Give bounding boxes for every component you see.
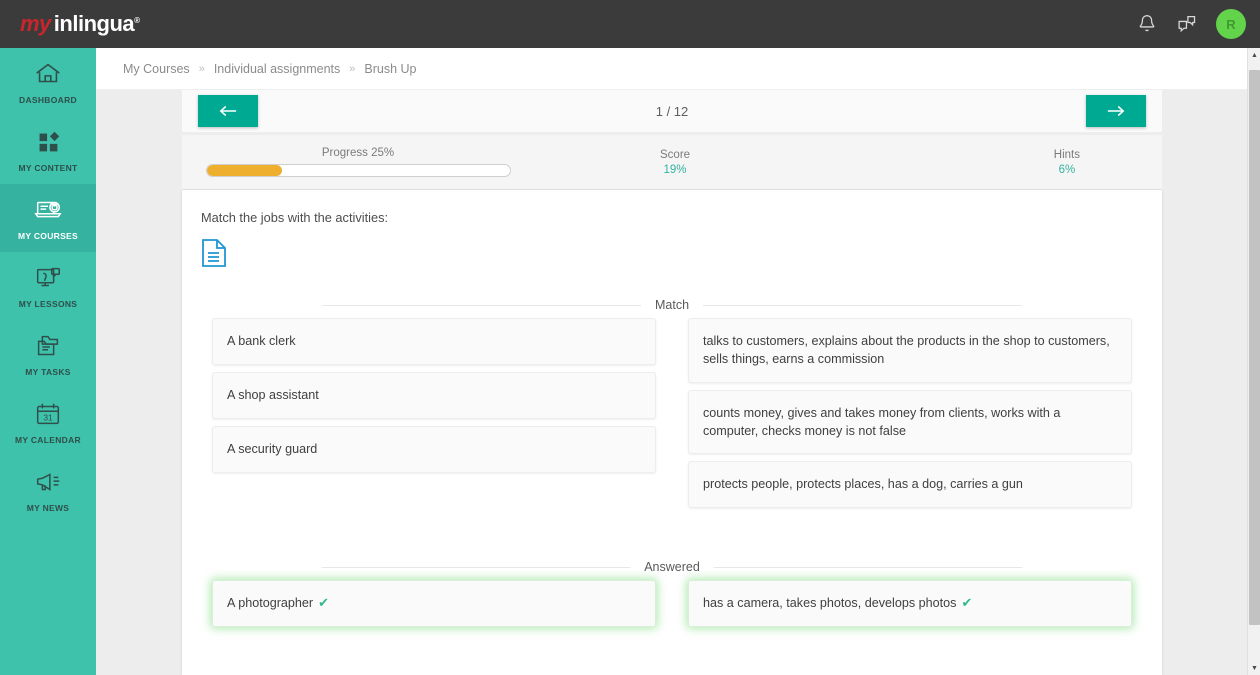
- match-jobs-column: A bank clerk A shop assistant A security…: [212, 318, 656, 508]
- top-header-actions: R: [1136, 9, 1246, 39]
- scrollbar-thumb[interactable]: [1249, 70, 1260, 625]
- match-job-text: A shop assistant: [227, 388, 319, 403]
- breadcrumb-item-brush-up[interactable]: Brush Up: [364, 62, 416, 76]
- match-activity-card[interactable]: protects people, protects places, has a …: [688, 461, 1132, 508]
- top-header-bar: my inlingua ® R: [0, 0, 1260, 48]
- scroll-down-icon[interactable]: ▼: [1248, 661, 1260, 675]
- progress-label: Progress 25%: [321, 147, 395, 159]
- document-icon[interactable]: [201, 238, 227, 268]
- match-job-text: A security guard: [227, 442, 318, 457]
- logo-registered-mark: ®: [134, 16, 140, 25]
- chat-bubbles-icon[interactable]: [1176, 13, 1198, 35]
- scroll-up-icon[interactable]: ▲: [1248, 48, 1260, 62]
- sidebar-item-dashboard[interactable]: DASHBOARD: [0, 48, 96, 116]
- avatar-initial: R: [1226, 16, 1236, 32]
- progress-bar-track: [205, 164, 511, 177]
- match-job-text: A bank clerk: [227, 334, 296, 349]
- blocks-icon: [33, 127, 63, 157]
- match-activities-column: talks to customers, explains about the p…: [688, 318, 1132, 508]
- match-job-card[interactable]: A shop assistant: [212, 372, 656, 419]
- next-button[interactable]: [1086, 95, 1146, 127]
- hints-stat: Hints 6%: [1054, 149, 1080, 176]
- main-sidebar: DASHBOARD MY CONTENT MY COURSES MY LESSO…: [0, 48, 96, 675]
- score-label: Score: [660, 148, 691, 161]
- answered-activity-card[interactable]: has a camera, takes photos, develops pho…: [688, 580, 1132, 627]
- sidebar-item-my-calendar[interactable]: 31 MY CALENDAR: [0, 388, 96, 456]
- page-scrollbar[interactable]: ▲ ▼: [1247, 48, 1260, 675]
- laptop-graduation-cap-icon: [33, 195, 63, 225]
- progress-stats-bar: Progress 25% Score 19% Hints 6%: [182, 135, 1162, 190]
- sidebar-item-label: MY COURSES: [18, 231, 78, 241]
- sidebar-item-my-content[interactable]: MY CONTENT: [0, 116, 96, 184]
- progress-bar-fill: [206, 165, 283, 176]
- score-value: 19%: [663, 163, 687, 176]
- breadcrumb: My Courses » Individual assignments » Br…: [96, 48, 1260, 90]
- match-job-card[interactable]: A security guard: [212, 426, 656, 473]
- content-area: My Courses » Individual assignments » Br…: [96, 48, 1260, 675]
- breadcrumb-item-my-courses[interactable]: My Courses: [123, 62, 190, 76]
- breadcrumb-separator: »: [198, 62, 205, 75]
- avatar[interactable]: R: [1216, 9, 1246, 39]
- hints-label: Hints: [1053, 148, 1080, 161]
- section-divider-answered: Answered: [182, 560, 1162, 574]
- check-icon: ✔: [961, 595, 973, 611]
- logo-my-text: my: [20, 11, 51, 36]
- exercise-nav-bar: 1 / 12: [182, 90, 1162, 132]
- sidebar-item-my-lessons[interactable]: MY LESSONS: [0, 252, 96, 320]
- folder-files-icon: [33, 331, 63, 361]
- answered-activity-text: has a camera, takes photos, develops pho…: [703, 596, 957, 611]
- match-activity-text: protects people, protects places, has a …: [703, 477, 1023, 492]
- divider-line-left: [322, 566, 631, 568]
- svg-text:31: 31: [43, 413, 53, 423]
- sidebar-item-my-news[interactable]: MY NEWS: [0, 456, 96, 524]
- match-job-card[interactable]: A bank clerk: [212, 318, 656, 365]
- sidebar-item-label: MY NEWS: [26, 503, 70, 513]
- match-activity-card[interactable]: counts money, gives and takes money from…: [688, 389, 1132, 454]
- exercise-body: Match the jobs with the activities: Matc…: [182, 190, 1162, 675]
- answered-job-card[interactable]: A photographer ✔: [212, 580, 656, 627]
- previous-button[interactable]: [198, 95, 258, 127]
- sidebar-item-my-courses[interactable]: MY COURSES: [0, 184, 96, 252]
- hints-value: 6%: [1058, 163, 1076, 176]
- logo-inlingua-text: inlingua: [53, 11, 135, 36]
- section-title-match: Match: [654, 298, 690, 312]
- sidebar-item-label: MY CALENDAR: [15, 435, 81, 445]
- match-activity-card[interactable]: talks to customers, explains about the p…: [688, 318, 1132, 383]
- divider-line-left: [322, 304, 641, 306]
- check-icon: ✔: [318, 595, 330, 611]
- screen-chat-icon: [33, 263, 63, 293]
- breadcrumb-separator: »: [349, 62, 356, 75]
- match-activity-text: counts money, gives and takes money from…: [703, 405, 1061, 438]
- answered-jobs-column: A photographer ✔: [212, 580, 656, 627]
- breadcrumb-item-individual-assignments[interactable]: Individual assignments: [214, 62, 340, 76]
- progress-block: Progress 25%: [198, 147, 518, 177]
- exercise-panel: 1 / 12 Progress 25% Score 19% Hints 6% M…: [182, 90, 1162, 675]
- match-card-grid: A bank clerk A shop assistant A security…: [182, 318, 1162, 508]
- sidebar-item-label: MY CONTENT: [18, 163, 78, 173]
- answered-job-text: A photographer: [227, 596, 314, 611]
- app-logo[interactable]: my inlingua ®: [20, 11, 140, 37]
- sidebar-item-my-tasks[interactable]: MY TASKS: [0, 320, 96, 388]
- exercise-instruction: Match the jobs with the activities:: [201, 210, 389, 225]
- page-counter: 1 / 12: [655, 103, 689, 119]
- divider-line-right: [713, 566, 1022, 568]
- sidebar-item-label: DASHBOARD: [19, 95, 77, 105]
- home-icon: [33, 59, 63, 89]
- match-activity-text: talks to customers, explains about the p…: [703, 334, 1110, 367]
- score-stat: Score 19%: [660, 149, 690, 176]
- section-divider-match: Match: [182, 298, 1162, 312]
- megaphone-icon: [33, 467, 63, 497]
- sidebar-item-label: MY TASKS: [25, 367, 71, 377]
- calendar-31-icon: 31: [33, 399, 63, 429]
- bell-icon[interactable]: [1136, 13, 1158, 35]
- answered-activities-column: has a camera, takes photos, develops pho…: [688, 580, 1132, 627]
- divider-line-right: [703, 304, 1023, 306]
- sidebar-item-label: MY LESSONS: [18, 299, 78, 309]
- answered-card-grid: A photographer ✔ has a camera, takes pho…: [182, 580, 1162, 627]
- section-title-answered: Answered: [644, 560, 700, 574]
